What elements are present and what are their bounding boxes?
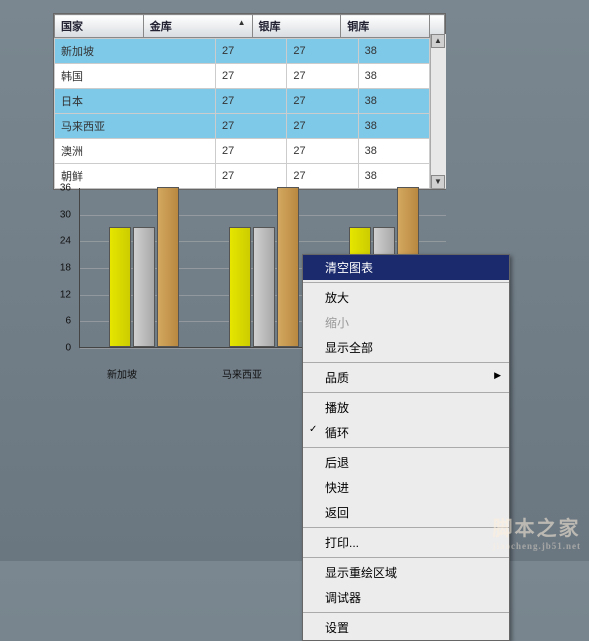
bar bbox=[277, 187, 299, 347]
column-header[interactable]: 国家 bbox=[55, 15, 144, 38]
table-row[interactable]: 马来西亚272738 bbox=[55, 114, 430, 139]
table-cell: 27 bbox=[287, 39, 358, 64]
table-cell: 27 bbox=[216, 39, 287, 64]
bar bbox=[133, 227, 155, 347]
menu-separator bbox=[303, 612, 509, 613]
menu-separator bbox=[303, 527, 509, 528]
y-tick-label: 30 bbox=[51, 209, 71, 220]
table-cell: 日本 bbox=[55, 89, 216, 114]
grid-line bbox=[80, 215, 446, 216]
scroll-down-icon[interactable]: ▼ bbox=[431, 175, 445, 189]
table-cell: 27 bbox=[287, 89, 358, 114]
table-cell: 27 bbox=[287, 64, 358, 89]
menu-item[interactable]: 放大 bbox=[303, 285, 509, 310]
menu-separator bbox=[303, 392, 509, 393]
table-cell: 韩国 bbox=[55, 64, 216, 89]
y-tick-label: 36 bbox=[51, 183, 71, 194]
y-tick-label: 12 bbox=[51, 289, 71, 300]
menu-separator bbox=[303, 447, 509, 448]
menu-item[interactable]: 设置 bbox=[303, 615, 509, 640]
menu-item[interactable]: 快进 bbox=[303, 475, 509, 500]
context-menu[interactable]: 清空图表放大缩小显示全部品质▶ 播放循环✓ 后退快进返回打印... 显示重绘区域调试器… bbox=[302, 254, 510, 641]
y-tick-label: 6 bbox=[51, 316, 71, 327]
table-cell: 38 bbox=[358, 164, 429, 189]
column-header[interactable]: 铜库 bbox=[341, 15, 430, 38]
table-row[interactable]: 韩国272738 bbox=[55, 64, 430, 89]
column-header[interactable]: 银库 bbox=[252, 15, 341, 38]
data-table[interactable]: 国家金库▲银库铜库 新加坡272738韩国272738日本272738马来西亚2… bbox=[53, 13, 446, 190]
table-row[interactable]: 澳洲272738 bbox=[55, 139, 430, 164]
watermark: 脚本之家 jiaocheng.jb51.net bbox=[493, 512, 582, 551]
bar bbox=[229, 227, 251, 347]
bar bbox=[109, 227, 131, 347]
menu-item[interactable]: 循环✓ bbox=[303, 420, 509, 445]
grid-line bbox=[80, 188, 446, 189]
y-tick-label: 24 bbox=[51, 236, 71, 247]
menu-item[interactable]: 品质▶ bbox=[303, 365, 509, 390]
table-cell: 澳洲 bbox=[55, 139, 216, 164]
table-cell: 38 bbox=[358, 139, 429, 164]
table-cell: 27 bbox=[216, 139, 287, 164]
menu-item[interactable]: 后退 bbox=[303, 450, 509, 475]
table-cell: 马来西亚 bbox=[55, 114, 216, 139]
menu-separator bbox=[303, 282, 509, 283]
y-tick-label: 0 bbox=[51, 343, 71, 354]
table-cell: 38 bbox=[358, 39, 429, 64]
column-header[interactable]: 金库▲ bbox=[143, 15, 252, 38]
table-cell: 27 bbox=[216, 114, 287, 139]
submenu-arrow-icon: ▶ bbox=[494, 370, 501, 381]
table-cell: 新加坡 bbox=[55, 39, 216, 64]
bar bbox=[253, 227, 275, 347]
table-cell: 27 bbox=[287, 114, 358, 139]
sort-asc-icon: ▲ bbox=[238, 18, 246, 27]
table-cell: 27 bbox=[287, 139, 358, 164]
menu-item[interactable]: 返回 bbox=[303, 500, 509, 525]
y-tick-label: 18 bbox=[51, 263, 71, 274]
table-row[interactable]: 新加坡272738 bbox=[55, 39, 430, 64]
menu-item[interactable]: 播放 bbox=[303, 395, 509, 420]
menu-item[interactable]: 打印... bbox=[303, 530, 509, 555]
table-cell: 38 bbox=[358, 89, 429, 114]
table-row[interactable]: 朝鲜272738 bbox=[55, 164, 430, 189]
bar bbox=[157, 187, 179, 347]
table-cell: 38 bbox=[358, 114, 429, 139]
menu-item[interactable]: 清空图表 bbox=[303, 255, 509, 280]
table-scrollbar[interactable]: ▲ ▼ bbox=[430, 34, 446, 189]
menu-item: 缩小 bbox=[303, 310, 509, 335]
menu-item[interactable]: 显示重绘区域 bbox=[303, 560, 509, 585]
x-tick-label: 马来西亚 bbox=[202, 366, 282, 381]
table-cell: 27 bbox=[216, 64, 287, 89]
menu-item[interactable]: 调试器 bbox=[303, 585, 509, 610]
check-icon: ✓ bbox=[309, 424, 317, 435]
scroll-up-icon[interactable]: ▲ bbox=[431, 34, 445, 48]
menu-separator bbox=[303, 557, 509, 558]
menu-item[interactable]: 显示全部 bbox=[303, 335, 509, 360]
table-cell: 27 bbox=[287, 164, 358, 189]
table-cell: 38 bbox=[358, 64, 429, 89]
table-cell: 27 bbox=[216, 89, 287, 114]
x-tick-label: 新加坡 bbox=[82, 366, 162, 381]
table-cell: 27 bbox=[216, 164, 287, 189]
table-row[interactable]: 日本272738 bbox=[55, 89, 430, 114]
table-cell: 朝鲜 bbox=[55, 164, 216, 189]
menu-separator bbox=[303, 362, 509, 363]
